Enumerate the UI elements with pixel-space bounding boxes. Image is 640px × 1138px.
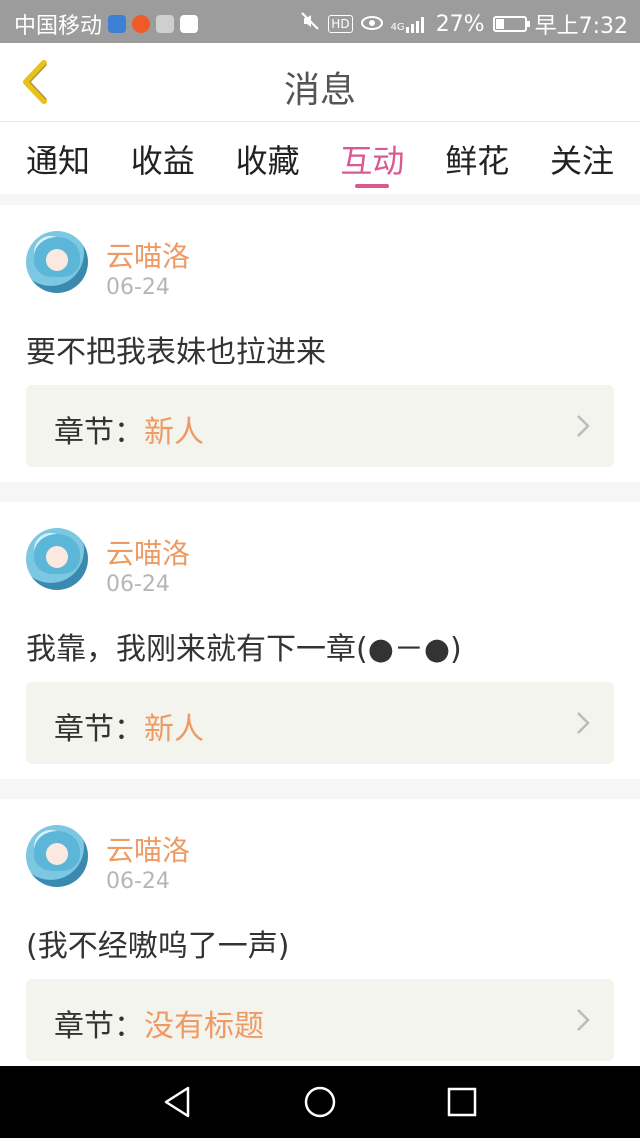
carrier-label: 中国移动 [14, 14, 103, 39]
list-item: 云喵洛 06-24 我靠，我刚来就有下一章(●－●) 章节：新人 [0, 502, 640, 779]
chevron-right-icon [577, 415, 590, 437]
mute-icon [300, 11, 320, 37]
back-triangle-icon[interactable] [160, 1084, 196, 1120]
chapter-link[interactable]: 章节：新人 [26, 385, 614, 467]
message-content: 要不把我表妹也拉进来 [26, 335, 326, 370]
chapter-name: 新人 [144, 712, 204, 747]
status-bar: 中国移动 HD 4G 27% 早上7:32 [0, 0, 640, 43]
avatar[interactable] [26, 825, 88, 887]
tab-earnings[interactable]: 收益 [131, 122, 195, 194]
chapter-name: 没有标题 [144, 1009, 264, 1044]
chapter-label: 章节： [54, 712, 144, 747]
face-app-icon [156, 15, 175, 33]
chapter-link[interactable]: 章节：没有标题 [26, 979, 614, 1061]
username[interactable]: 云喵洛 [106, 532, 190, 572]
list-item: 云喵洛 06-24 (我不经嗷呜了一声) 章节：没有标题 [0, 799, 640, 1076]
tab-flowers[interactable]: 鲜花 [445, 122, 509, 194]
hd-badge: HD [328, 15, 353, 33]
battery-icon [492, 16, 530, 32]
shield-app-icon [108, 15, 127, 33]
message-content: (我不经嗷呜了一声) [26, 929, 290, 964]
chapter-label: 章节： [54, 1009, 144, 1044]
chapter-name: 新人 [144, 415, 204, 450]
list-item: 云喵洛 06-24 要不把我表妹也拉进来 章节：新人 [0, 205, 640, 482]
recents-square-icon[interactable] [444, 1084, 480, 1120]
message-content: 我靠，我刚来就有下一章(●－●) [26, 632, 462, 667]
message-date: 06-24 [106, 275, 170, 300]
tab-bar: 通知 收益 收藏 互动 鲜花 关注 [0, 122, 640, 194]
signal-icon: 4G [391, 15, 428, 33]
clock: 早上7:32 [534, 14, 628, 39]
message-date: 06-24 [106, 572, 170, 597]
eye-icon [360, 12, 383, 37]
message-date: 06-24 [106, 869, 170, 894]
battery-percent: 27% [435, 11, 485, 37]
system-nav-bar [0, 1066, 640, 1138]
chevron-right-icon [577, 1009, 590, 1031]
username[interactable]: 云喵洛 [106, 829, 190, 869]
page-title: 消息 [283, 70, 356, 111]
tab-following[interactable]: 关注 [550, 122, 614, 194]
app-header: 消息 [0, 43, 640, 122]
network-type: 4G [390, 22, 405, 33]
chapter-link[interactable]: 章节：新人 [26, 682, 614, 764]
avatar[interactable] [26, 231, 88, 293]
tab-interactions[interactable]: 互动 [340, 122, 404, 194]
avatar[interactable] [26, 528, 88, 590]
tab-favorites[interactable]: 收藏 [236, 122, 300, 194]
chapter-label: 章节： [54, 415, 144, 450]
home-circle-icon[interactable] [302, 1084, 338, 1120]
username[interactable]: 云喵洛 [106, 235, 190, 275]
app-notification-icon [132, 15, 151, 33]
message-list: 云喵洛 06-24 要不把我表妹也拉进来 章节：新人 云喵洛 06-24 我靠，… [0, 205, 640, 1096]
tab-notifications[interactable]: 通知 [26, 122, 90, 194]
paw-app-icon [180, 15, 199, 33]
chevron-right-icon [577, 712, 590, 734]
